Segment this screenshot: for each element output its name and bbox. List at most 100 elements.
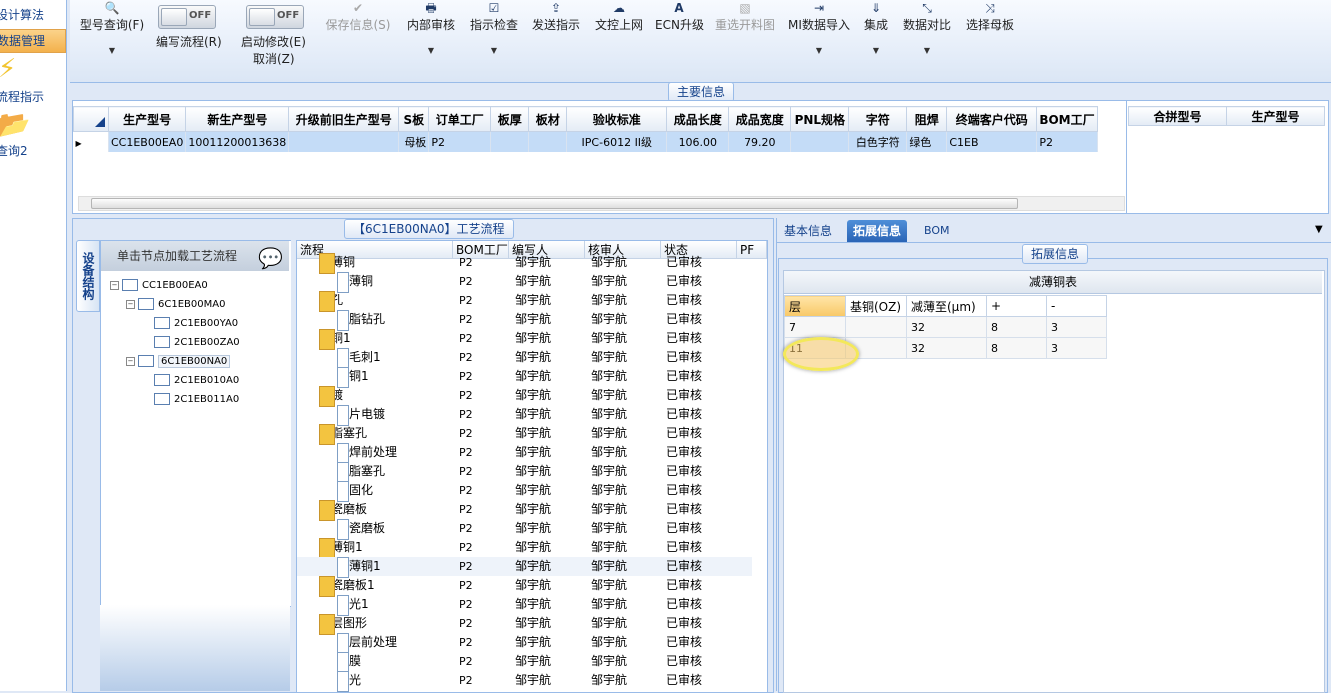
process-row[interactable]: −陶瓷磨板1P2邹宇航邹宇航已审核 [297, 576, 752, 597]
chevron-down-icon[interactable]: ▼ [861, 44, 891, 58]
process-row[interactable]: 去毛刺1 P2 邹宇航 邹宇航 已审核 [297, 348, 752, 369]
table-cell[interactable]: 8 [986, 337, 1047, 359]
column-header[interactable]: PNL规格 [790, 106, 850, 132]
table-cell[interactable]: 3 [1046, 337, 1107, 359]
integrate-button[interactable]: ⇓ 集成 ▼ [861, 0, 891, 58]
chevron-down-icon[interactable]: ▼ [786, 44, 852, 58]
table-cell[interactable]: IPC-6012 II级 [566, 131, 668, 152]
column-header[interactable]: 成品长度 [666, 106, 730, 132]
tree-collapse-icon[interactable]: − [126, 299, 135, 309]
table-row[interactable]: ▶ CC1EB00EA0 10011200013638 母板 P2 IPC-60… [73, 131, 1098, 152]
tab-device-structure[interactable]: 设备结构 [76, 240, 100, 312]
table-cell[interactable]: 8 [986, 316, 1047, 338]
column-header[interactable]: 生产型号 [1226, 106, 1325, 126]
process-row[interactable]: −减薄铜1P2邹宇航邹宇航已审核 [297, 538, 752, 559]
table-cell[interactable]: 绿色 [906, 131, 948, 152]
tree-node[interactable]: 2C1EB010A0 [142, 374, 239, 386]
column-header[interactable]: 字符 [848, 106, 908, 132]
sidebar-item-query2[interactable]: 查询2 [0, 140, 62, 162]
process-row[interactable]: 曝光 P2 邹宇航 邹宇航 已审核 [297, 671, 752, 692]
column-header[interactable]: 合拼型号 [1128, 106, 1227, 126]
tree-node[interactable]: 2C1EB00YA0 [142, 317, 238, 329]
sidebar-item-design-algorithm[interactable]: 设计算法 [0, 4, 62, 26]
process-row[interactable]: −沉铜1P2邹宇航邹宇航已审核 [297, 329, 752, 350]
process-row[interactable]: 沉铜1 P2 邹宇航 邹宇航 已审核 [297, 367, 752, 388]
process-row[interactable]: 负片电镀 P2 邹宇航 邹宇航 已审核 [297, 405, 752, 426]
process-row[interactable]: 减薄铜1 P2 邹宇航 邹宇航 已审核 [297, 557, 752, 578]
table-cell[interactable]: 母板 [398, 131, 430, 152]
select-mother-board-button[interactable]: ⤨ 选择母板 [963, 0, 1017, 34]
process-row[interactable]: 减薄铜 P2 邹宇航 邹宇航 已审核 [297, 272, 752, 293]
table-row[interactable]: 7 32 8 3 [784, 316, 1107, 338]
column-header[interactable]: S板 [398, 106, 430, 132]
tree-node[interactable]: − 6C1EB00MA0 [126, 298, 225, 310]
column-header[interactable]: + [986, 295, 1047, 317]
tab-bom[interactable]: BOM [918, 220, 956, 242]
tree-node[interactable]: − CC1EB00EA0 [110, 279, 208, 291]
column-header[interactable]: 板厚 [490, 106, 530, 132]
column-header[interactable]: 升级前旧生产型号 [288, 106, 400, 132]
table-cell[interactable] [790, 131, 850, 152]
row-selector[interactable]: ▶ [73, 131, 109, 152]
internal-review-button[interactable]: 🖶 内部审核 ▼ [404, 0, 458, 58]
instruction-check-button[interactable]: ☑ 指示检查 ▼ [467, 0, 521, 58]
column-header[interactable]: 终端客户代码 [946, 106, 1038, 132]
tree-collapse-icon[interactable]: − [110, 280, 119, 290]
column-header[interactable]: 基铜(OZ) [845, 295, 907, 317]
table-cell[interactable]: 106.00 [666, 131, 730, 152]
process-row[interactable]: 贴膜 P2 邹宇航 邹宇航 已审核 [297, 652, 752, 673]
column-header[interactable]: 订单工厂 [428, 106, 492, 132]
doc-control-online-button[interactable]: ☁ 文控上网 [592, 0, 646, 34]
column-header[interactable]: 板材 [528, 106, 568, 132]
table-cell[interactable] [528, 131, 568, 152]
table-cell[interactable]: 7 [784, 316, 846, 338]
ecn-upgrade-button[interactable]: A ECN升级 [655, 0, 704, 34]
process-row[interactable]: 树脂钻孔 P2 邹宇航 邹宇航 已审核 [297, 310, 752, 331]
column-header[interactable]: - [1046, 295, 1107, 317]
column-header[interactable]: 验收标准 [566, 106, 668, 132]
table-cell[interactable]: 79.20 [728, 131, 792, 152]
process-row[interactable]: 陶瓷磨板 P2 邹宇航 邹宇航 已审核 [297, 519, 752, 540]
tab-extended-info[interactable]: 拓展信息 [847, 220, 908, 242]
table-cell[interactable]: 32 [906, 337, 987, 359]
table-cell[interactable]: P2 [428, 131, 492, 152]
send-instruction-button[interactable]: ⇪ 发送指示 [530, 0, 582, 34]
table-cell[interactable] [288, 131, 400, 152]
process-row[interactable]: 树脂塞孔 P2 邹宇航 邹宇航 已审核 [297, 462, 752, 483]
process-row[interactable]: 阻焊前处理 P2 邹宇航 邹宇航 已审核 [297, 443, 752, 464]
save-info-button[interactable]: ✔ 保存信息(S) [322, 0, 394, 34]
start-edit-toggle[interactable]: OFF [246, 5, 304, 29]
tree-collapse-icon[interactable]: − [126, 356, 135, 366]
table-cell[interactable]: C1EB [946, 131, 1038, 152]
process-row[interactable]: −树脂塞孔P2邹宇航邹宇航已审核 [297, 424, 752, 445]
table-cell[interactable]: 32 [906, 316, 987, 338]
sidebar-item-flow-guide[interactable]: 流程指示 [0, 86, 62, 108]
tree-node[interactable]: − 6C1EB00NA0 [126, 355, 231, 368]
process-row[interactable]: −电镀P2邹宇航邹宇航已审核 [297, 386, 752, 407]
model-query-button[interactable]: 🔍 型号查询(F) ▼ [76, 0, 148, 58]
tab-basic-info[interactable]: 基本信息 [778, 220, 838, 242]
column-header[interactable]: 成品宽度 [728, 106, 792, 132]
chevron-down-icon[interactable]: ▼ [404, 44, 458, 58]
process-row[interactable]: 抛光1 P2 邹宇航 邹宇航 已审核 [297, 595, 752, 616]
column-header[interactable]: 层 [784, 295, 846, 317]
column-header[interactable]: BOM工厂 [1036, 106, 1098, 132]
table-cell[interactable]: P2 [1036, 131, 1098, 152]
table-cell[interactable] [490, 131, 530, 152]
column-header[interactable]: 新生产型号 [185, 106, 290, 132]
column-header[interactable]: 阻焊 [906, 106, 948, 132]
table-cell[interactable]: 10011200013638 [185, 131, 290, 152]
table-cell[interactable] [845, 316, 907, 338]
chevron-down-icon[interactable]: ▼ [900, 44, 954, 58]
main-grid-hscrollbar[interactable] [78, 196, 1125, 211]
reselect-cutting-chart-button[interactable]: ▧ 重选开料图 [712, 0, 778, 34]
process-row[interactable]: −内层图形P2邹宇航邹宇航已审核 [297, 614, 752, 635]
mi-data-import-button[interactable]: ⇥ MI数据导入 ▼ [786, 0, 852, 58]
sidebar-item-data-management[interactable]: 数据管理 [0, 29, 66, 53]
tree-node[interactable]: 2C1EB011A0 [142, 393, 239, 405]
table-cell[interactable]: CC1EB00EA0 [108, 131, 187, 152]
table-cell[interactable]: 3 [1046, 316, 1107, 338]
chevron-down-icon[interactable]: ▼ [467, 44, 521, 58]
process-row[interactable]: −陶瓷磨板P2邹宇航邹宇航已审核 [297, 500, 752, 521]
column-header[interactable]: 减薄至(μm) [906, 295, 987, 317]
